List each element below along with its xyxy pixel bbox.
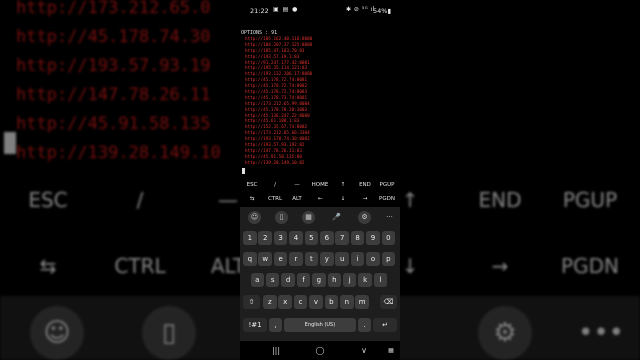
backspace-key[interactable]: ⌫ [380,295,397,309]
asdf-row: asdfghjkl [240,273,400,288]
clipboard-icon[interactable]: ▯ [275,211,288,224]
key-2[interactable]: 2 [258,231,272,245]
arrow-right-key[interactable]: → [363,192,368,206]
phone-screen: 21:22 ▣ ▤ ● ✱ ⊘ ⁵ᴳ ıl 54%▮ OPTIONS : 91 … [240,0,400,360]
key-l[interactable]: l [373,273,388,287]
arrow-up-key[interactable]: ↑ [341,178,346,192]
gear-icon[interactable]: ⚙ [358,211,371,224]
arrow-left-key[interactable]: ← [318,192,323,206]
key-n[interactable]: n [340,295,354,309]
home-key[interactable]: HOME [312,178,329,192]
battery-indicator: 54%▮ [373,7,392,15]
enter-key[interactable]: ↵ [373,318,397,332]
key-g[interactable]: g [312,273,326,287]
key-a[interactable]: a [250,273,265,287]
terminal-output[interactable]: OPTIONS : 91 http://185.162.40.116:8080 h… [241,30,399,178]
zxcv-row: ⇧ ⌫ zxcvbnm [240,295,400,310]
key-s[interactable]: s [265,273,280,287]
recents-button[interactable]: ||| [272,344,280,358]
keyboard-toolbar: ☺ ▯ ▦ 🎤 ⚙ ··· [240,207,400,229]
key-3[interactable]: 3 [273,231,288,245]
key-b[interactable]: b [324,295,339,309]
key-x[interactable]: x [278,295,292,309]
key-0[interactable]: 0 [381,231,396,245]
key-4[interactable]: 4 [289,231,303,245]
key-p[interactable]: p [381,252,396,266]
key-1[interactable]: 1 [243,231,257,245]
terminal-cursor [242,168,245,174]
pgup-key[interactable]: PGUP [380,178,395,192]
proxy-list: http://185.162.40.116:8080 http://104.207… [241,37,399,167]
key-i[interactable]: i [350,252,365,266]
key-f[interactable]: f [296,273,311,287]
proxy-line: http://139.28.149.10:82 [245,160,305,166]
notification-icons: ▣ ▤ ● [273,6,299,13]
key-6[interactable]: 6 [320,231,334,245]
extra-keys-bar: ESC / — HOME ↑ END PGUP ⇆ CTRL ALT ← ↓ →… [240,178,400,206]
arrow-down-key[interactable]: ↓ [341,192,346,206]
more-icon[interactable]: ··· [383,211,396,224]
key-8[interactable]: 8 [350,231,365,245]
key-5[interactable]: 5 [304,231,319,245]
key-7[interactable]: 7 [335,231,349,245]
key-9[interactable]: 9 [366,231,380,245]
key-c[interactable]: c [293,295,308,309]
status-time: 21:22 [250,7,269,15]
key-d[interactable]: d [281,273,295,287]
key-q[interactable]: q [243,252,257,266]
esc-key[interactable]: ESC [247,178,258,192]
key-o[interactable]: o [366,252,380,266]
key-m[interactable]: m [355,295,369,309]
symbols-key[interactable]: !#1 [243,318,267,332]
keyboard-layout-icon[interactable]: ▦ [302,211,315,224]
space-row: !#1 , English (US) . ↵ [240,318,400,333]
signal-icons: ✱ ⊘ ⁵ᴳ ıl [346,6,375,13]
back-button[interactable]: ∨ [361,344,367,358]
tab-key[interactable]: ⇆ [250,192,255,206]
emoji-icon[interactable]: ☺ [248,211,261,224]
qwerty-row: qwertyuiop [240,252,400,267]
slash-key[interactable]: / [274,178,276,192]
comma-key[interactable]: , [269,318,282,332]
key-z[interactable]: z [263,295,277,309]
key-w[interactable]: w [258,252,272,266]
dash-key[interactable]: — [294,178,300,192]
ctrl-key[interactable]: CTRL [268,192,282,206]
terminal-header: OPTIONS : 91 [241,30,278,36]
period-key[interactable]: . [358,318,371,332]
keyboard-switch-icon[interactable]: ▦ [388,344,394,358]
key-y[interactable]: y [320,252,334,266]
key-t[interactable]: t [304,252,319,266]
navigation-bar: ||| ◯ ∨ ▦ [240,341,400,360]
key-h[interactable]: h [327,273,342,287]
key-u[interactable]: u [335,252,349,266]
key-e[interactable]: e [273,252,288,266]
microphone-icon[interactable]: 🎤 [330,211,343,224]
end-key[interactable]: END [359,178,371,192]
key-k[interactable]: k [358,273,372,287]
status-bar: 21:22 ▣ ▤ ● ✱ ⊘ ⁵ᴳ ıl 54%▮ [240,0,400,20]
alt-key[interactable]: ALT [292,192,301,206]
space-bar[interactable]: English (US) [284,318,356,332]
home-button[interactable]: ◯ [316,344,325,358]
key-j[interactable]: j [342,273,357,287]
shift-key[interactable]: ⇧ [243,295,260,309]
pgdn-key[interactable]: PGDN [379,192,395,206]
number-row: 1234567890 [240,231,400,246]
key-v[interactable]: v [309,295,323,309]
key-r[interactable]: r [289,252,303,266]
on-screen-keyboard: ☺ ▯ ▦ 🎤 ⚙ ··· 1234567890 qwertyuiop asdf… [240,207,400,341]
